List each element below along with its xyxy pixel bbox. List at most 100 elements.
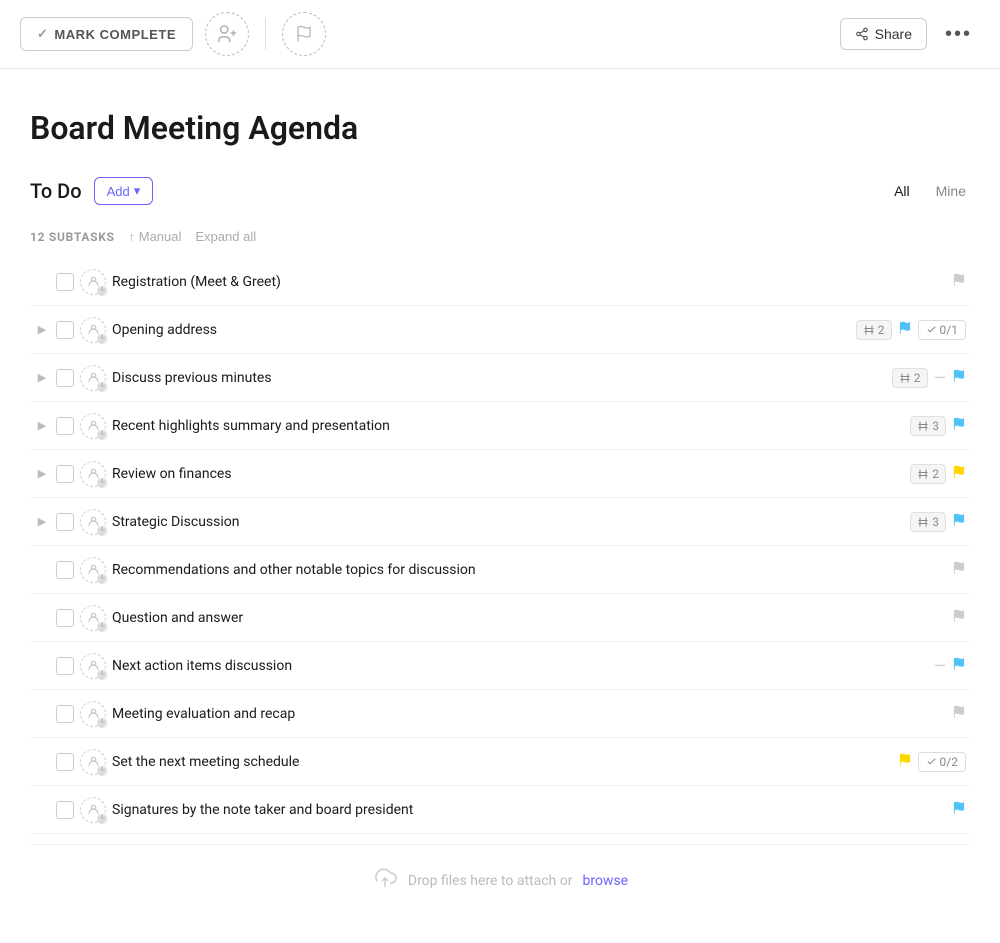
task-name: Discuss previous minutes [112,370,886,386]
task-name: Registration (Meet & Greet) [112,274,946,290]
task-name: Opening address [112,322,850,338]
task-name: Recent highlights summary and presentati… [112,418,904,434]
toolbar-right: Share ••• [840,18,980,50]
task-checkbox[interactable] [56,561,74,579]
subtask-count-badge: 2 [856,320,892,340]
expand-arrow[interactable]: ▶ [34,323,50,336]
filter-all-button[interactable]: All [890,181,914,201]
task-checkbox[interactable] [56,609,74,627]
flag-icon [898,320,912,339]
assignee-icon[interactable] [80,557,106,583]
subtasks-meta: 12 SUBTASKS ↑ Manual Expand all [30,223,970,250]
section-title: To Do [30,179,82,203]
task-name: Set the next meeting schedule [112,754,892,770]
task-row: ▶Meeting evaluation and recap [30,690,970,738]
expand-arrow[interactable]: ▶ [34,419,50,432]
task-name: Question and answer [112,610,946,626]
filter-mine-button[interactable]: Mine [932,181,970,201]
flag-icon [952,416,966,435]
task-checkbox[interactable] [56,369,74,387]
assignee-icon[interactable] [80,701,106,727]
task-checkbox[interactable] [56,465,74,483]
section-header: To Do Add ▾ All Mine [30,177,970,205]
add-member-button[interactable] [205,12,249,56]
check-icon: ✓ [37,26,48,42]
expand-arrow[interactable]: ▶ [34,515,50,528]
task-checkbox[interactable] [56,513,74,531]
assignee-icon[interactable] [80,317,106,343]
dash-icon: — [934,656,947,675]
task-name: Recommendations and other notable topics… [112,562,946,578]
drop-zone: Drop files here to attach or browse [30,844,970,917]
task-row: ▶ Recent highlights summary and presentat… [30,402,970,450]
assignee-icon[interactable] [80,749,106,775]
assignee-icon[interactable] [80,509,106,535]
task-row: ▶ Discuss previous minutes 2 — [30,354,970,402]
main-content: Board Meeting Agenda To Do Add ▾ All Min… [0,69,1000,937]
task-checkbox[interactable] [56,801,74,819]
flag-icon [295,25,313,43]
assignee-icon[interactable] [80,365,106,391]
task-row: ▶ Strategic Discussion 3 [30,498,970,546]
subtask-count-badge: 2 [910,464,946,484]
more-options-button[interactable]: ••• [937,19,980,50]
page-title: Board Meeting Agenda [30,109,970,147]
assignee-icon[interactable] [80,269,106,295]
task-checkbox[interactable] [56,321,74,339]
flag-icon [898,752,912,771]
flag-icon [952,272,966,291]
task-row: ▶Next action items discussion— [30,642,970,690]
cloud-upload-icon [372,867,398,895]
assignee-icon[interactable] [80,797,106,823]
share-label: Share [875,26,912,42]
task-checkbox[interactable] [56,705,74,723]
sort-manual-button[interactable]: ↑ Manual [129,229,182,244]
task-name: Signatures by the note taker and board p… [112,802,946,818]
section-filters: All Mine [890,181,970,201]
add-people-icon [216,23,238,45]
task-name: Review on finances [112,466,904,482]
expand-arrow[interactable]: ▶ [34,467,50,480]
subtask-count-badge: 2 [892,368,928,388]
task-checkbox[interactable] [56,753,74,771]
assignee-icon[interactable] [80,413,106,439]
task-checkbox[interactable] [56,657,74,675]
subtask-count-badge: 3 [910,512,946,532]
toolbar-divider [265,18,266,50]
task-list: ▶Registration (Meet & Greet)▶Opening add… [30,258,970,834]
assignee-icon[interactable] [80,653,106,679]
task-name: Meeting evaluation and recap [112,706,946,722]
flag-icon [952,656,966,675]
task-row: ▶Signatures by the note taker and board … [30,786,970,834]
subtasks-count: 12 SUBTASKS [30,230,115,244]
expand-all-button[interactable]: Expand all [195,229,256,244]
flag-icon [952,512,966,531]
completion-badge: 0/1 [918,320,966,340]
share-button[interactable]: Share [840,18,927,50]
task-row: ▶ Review on finances 2 [30,450,970,498]
flag-icon [952,608,966,627]
task-row: ▶Registration (Meet & Greet) [30,258,970,306]
subtask-count-badge: 3 [910,416,946,436]
mark-complete-button[interactable]: ✓ MARK COMPLETE [20,17,193,51]
assignee-icon[interactable] [80,461,106,487]
task-checkbox[interactable] [56,417,74,435]
task-row: ▶Recommendations and other notable topic… [30,546,970,594]
task-name: Strategic Discussion [112,514,904,530]
assignee-icon[interactable] [80,605,106,631]
toolbar: ✓ MARK COMPLETE Share ••• [0,0,1000,69]
drop-zone-text: Drop files here to attach or [408,873,573,889]
add-button[interactable]: Add ▾ [94,177,154,205]
flag-icon [952,704,966,723]
expand-arrow[interactable]: ▶ [34,371,50,384]
task-checkbox[interactable] [56,273,74,291]
dash-icon: — [934,368,947,387]
task-row: ▶ Opening address 2 0/1 [30,306,970,354]
flag-icon [952,560,966,579]
flag-button[interactable] [282,12,326,56]
add-label: Add [107,184,130,199]
sort-arrow-icon: ↑ [129,230,135,244]
browse-link[interactable]: browse [582,873,628,889]
task-row: ▶Question and answer [30,594,970,642]
flag-icon [952,464,966,483]
